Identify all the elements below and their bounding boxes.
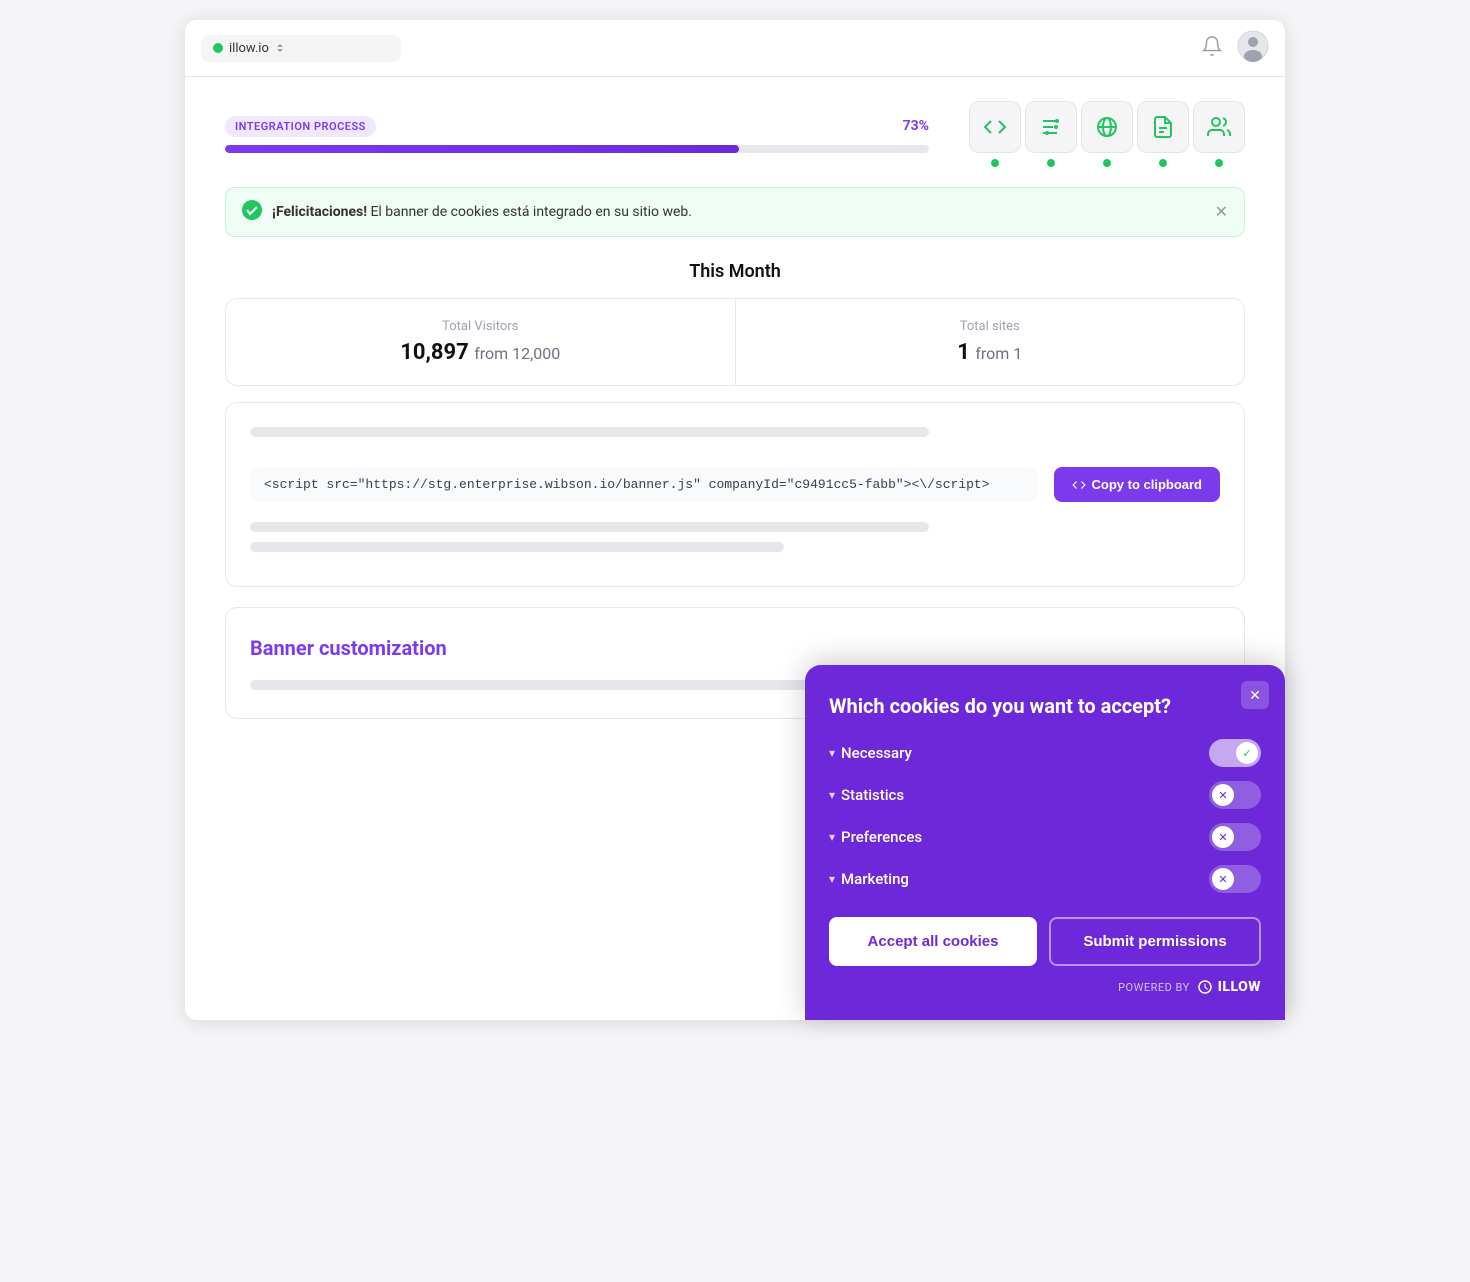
sites-from-value: from 1 [975,344,1022,363]
step-settings[interactable] [1025,101,1077,167]
notification-icon[interactable] [1201,35,1223,61]
cookie-row-marketing: ▾ Marketing ✕ [829,865,1261,893]
sites-stat: Total sites 1 from 1 [736,299,1245,385]
success-body: El banner de cookies está integrado en s… [367,204,692,220]
address-bar[interactable]: illow.io [201,35,401,62]
stats-combined: Total Visitors 10,897 from 12,000 Total … [225,298,1245,386]
statistics-text: Statistics [841,786,904,804]
users-icon [1193,101,1245,153]
cookie-row-preferences: ▾ Preferences ✕ [829,823,1261,851]
skeleton-top [250,427,929,437]
preferences-text: Preferences [841,828,922,846]
necessary-text: Necessary [841,744,912,762]
preferences-toggle[interactable]: ✕ [1209,823,1261,851]
success-text: ¡Felicitaciones! El banner de cookies es… [272,204,692,220]
sites-number: 1 [957,340,970,365]
progress-bar-fill [225,145,739,153]
step-dot-code [991,159,999,167]
visitors-value: 10,897 from 12,000 [250,340,711,365]
submit-permissions-button[interactable]: Submit permissions [1049,917,1261,966]
powered-by: POWERED BY illow [829,978,1261,996]
document-icon [1137,101,1189,153]
cookie-row-statistics: ▾ Statistics ✕ [829,781,1261,809]
marketing-label[interactable]: ▾ Marketing [829,870,909,888]
necessary-label[interactable]: ▾ Necessary [829,744,912,762]
close-banner-button[interactable]: ✕ [1215,202,1228,222]
banner-skeleton [250,680,832,690]
cookie-row-necessary: ▾ Necessary ✓ [829,739,1261,767]
visitors-label: Total Visitors [250,319,711,334]
success-check-icon [242,200,262,224]
success-bold: ¡Felicitaciones! [272,204,367,220]
close-icon: ✕ [1249,687,1261,704]
step-dot-users [1215,159,1223,167]
sites-value: 1 from 1 [760,340,1221,365]
chevron-statistics: ▾ [829,788,835,802]
chevron-necessary: ▾ [829,746,835,760]
success-banner: ¡Felicitaciones! El banner de cookies es… [225,187,1245,237]
preferences-label[interactable]: ▾ Preferences [829,828,922,846]
popup-title: Which cookies do you want to accept? [829,693,1261,719]
integration-badge: INTEGRATION PROCESS [225,116,376,137]
skeleton-line-2 [250,542,784,552]
chevron-preferences: ▾ [829,830,835,844]
progress-area: INTEGRATION PROCESS 73% [225,116,929,153]
step-users[interactable] [1193,101,1245,167]
main-content: INTEGRATION PROCESS 73% [185,77,1285,763]
powered-by-text: POWERED BY [1118,981,1190,994]
visitors-from-value: from 12,000 [474,344,560,363]
necessary-toggle[interactable]: ✓ [1209,739,1261,767]
chevron-marketing: ▾ [829,872,835,886]
banner-title: Banner customization [250,636,1220,660]
progress-bar-track [225,145,929,153]
script-section: <script src="https://stg.enterprise.wibs… [225,402,1245,587]
visitors-number: 10,897 [400,340,469,365]
statistics-toggle[interactable]: ✕ [1209,781,1261,809]
browser-actions [1201,30,1269,66]
step-globe[interactable] [1081,101,1133,167]
code-icon [969,101,1021,153]
toggle-thumb-necessary: ✓ [1236,742,1258,764]
settings-icon [1025,101,1077,153]
toggle-thumb-statistics: ✕ [1212,784,1234,806]
visitors-stat: Total Visitors 10,897 from 12,000 [226,299,735,385]
url-text: illow.io [229,41,269,56]
browser-toolbar: illow.io [185,20,1285,77]
cookie-popup: ✕ Which cookies do you want to accept? ▾… [805,665,1285,1020]
skeleton-line-1 [250,522,929,532]
progress-percent: 73% [903,118,929,134]
this-month-title: This Month [225,261,1245,282]
illow-logo: illow [1196,978,1261,996]
accept-all-button[interactable]: Accept all cookies [829,917,1037,966]
toggle-thumb-marketing: ✕ [1212,868,1234,890]
avatar-icon[interactable] [1237,30,1269,66]
step-dot-globe [1103,159,1111,167]
url-stepper[interactable] [275,42,285,54]
step-dot-document [1159,159,1167,167]
globe-icon [1081,101,1133,153]
step-document[interactable] [1137,101,1189,167]
illow-brand-text: illow [1218,979,1261,995]
copy-button-label: Copy to clipboard [1092,477,1203,492]
copy-to-clipboard-button[interactable]: Copy to clipboard [1054,467,1221,502]
marketing-text: Marketing [841,870,909,888]
marketing-toggle[interactable]: ✕ [1209,865,1261,893]
toggle-thumb-preferences: ✕ [1212,826,1234,848]
sites-label: Total sites [760,319,1221,334]
favicon-dot [213,43,223,53]
script-box: <script src="https://stg.enterprise.wibs… [250,467,1220,502]
popup-close-button[interactable]: ✕ [1241,681,1269,709]
popup-buttons: Accept all cookies Submit permissions [829,917,1261,966]
integration-section: INTEGRATION PROCESS 73% [225,101,1245,167]
statistics-label[interactable]: ▾ Statistics [829,786,904,804]
steps-row [969,101,1245,167]
step-code[interactable] [969,101,1021,167]
script-code[interactable]: <script src="https://stg.enterprise.wibs… [250,467,1038,502]
step-dot-settings [1047,159,1055,167]
